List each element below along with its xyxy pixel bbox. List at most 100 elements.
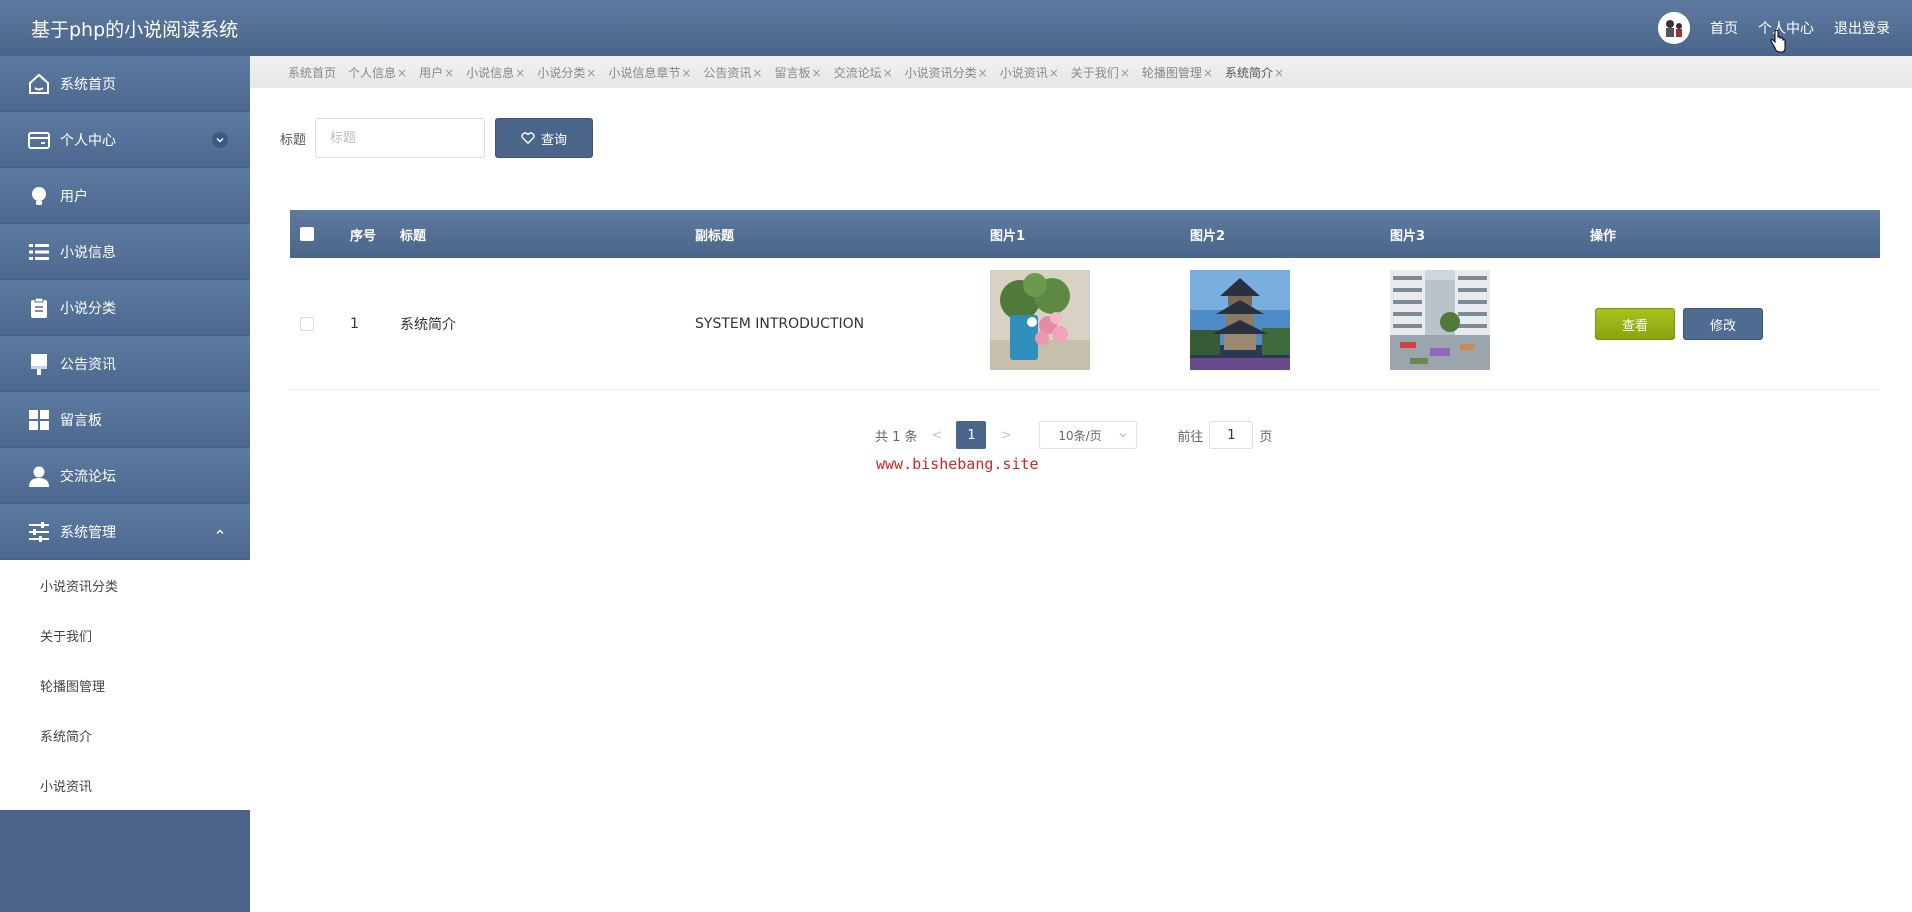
tab-novel-category[interactable]: 小说分类× bbox=[537, 64, 596, 81]
table-row: 1 系统简介 SYSTEM INTRODUCTION 查看 修改 bbox=[290, 258, 1880, 390]
sidebar-item-system-management[interactable]: 系统管理 bbox=[0, 504, 250, 560]
tab-label: 小说信息章节 bbox=[608, 65, 681, 80]
avatar[interactable] bbox=[1658, 12, 1690, 44]
system-management-submenu: 小说资讯分类 关于我们 轮播图管理 系统简介 小说资讯 bbox=[0, 560, 250, 810]
close-icon[interactable]: × bbox=[812, 66, 822, 80]
sidebar-item-label: 小说信息 bbox=[60, 244, 116, 261]
select-all-checkbox[interactable] bbox=[300, 227, 314, 241]
sidebar-item-label: 系统管理 bbox=[60, 524, 116, 541]
tab-novel-chapters[interactable]: 小说信息章节× bbox=[608, 64, 691, 81]
submenu-item-carousel[interactable]: 轮播图管理 bbox=[0, 660, 250, 710]
close-icon[interactable]: × bbox=[515, 66, 525, 80]
tab-carousel[interactable]: 轮播图管理× bbox=[1142, 64, 1213, 81]
sidebar-item-profile[interactable]: 个人中心 bbox=[0, 112, 250, 168]
close-icon[interactable]: × bbox=[681, 66, 691, 80]
close-icon[interactable]: × bbox=[1120, 66, 1130, 80]
user-icon bbox=[26, 463, 52, 489]
sidebar-item-home[interactable]: 系统首页 bbox=[0, 56, 250, 112]
tab-personal-info[interactable]: 个人信息× bbox=[348, 64, 407, 81]
sidebar-item-novel-category[interactable]: 小说分类 bbox=[0, 280, 250, 336]
chevron-down-icon bbox=[1119, 433, 1127, 438]
sidebar-item-label: 用户 bbox=[60, 188, 88, 205]
close-icon[interactable]: × bbox=[1274, 66, 1284, 80]
tab-label: 小说信息 bbox=[466, 65, 515, 80]
tab-about-us[interactable]: 关于我们× bbox=[1071, 64, 1130, 81]
close-icon[interactable]: × bbox=[1203, 66, 1213, 80]
hand-cursor-icon bbox=[1770, 30, 1786, 53]
data-table: 序号 标题 副标题 图片1 图片2 图片3 操作 1 系统简介 SYSTEM I… bbox=[290, 210, 1880, 390]
sidebar-item-label: 留言板 bbox=[60, 412, 102, 429]
tab-label: 个人信息 bbox=[348, 65, 397, 80]
pagination-total: 共 1 条 bbox=[875, 429, 918, 445]
profile-link[interactable]: 个人中心 bbox=[1758, 18, 1814, 38]
tab-label: 小说资讯分类 bbox=[904, 65, 977, 80]
col-image3: 图片3 bbox=[1390, 228, 1426, 244]
sidebar-item-users[interactable]: 用户 bbox=[0, 168, 250, 224]
sidebar-item-message-board[interactable]: 留言板 bbox=[0, 392, 250, 448]
tabs-bar: 系统首页 个人信息× 用户× 小说信息× 小说分类× 小说信息章节× 公告资讯×… bbox=[250, 56, 1912, 88]
sidebar: 系统首页 个人中心 用户 小说信息 小说分类 公告资讯 留言板 交流论坛 系统管… bbox=[0, 56, 250, 912]
goto-label: 前往 bbox=[1177, 429, 1204, 445]
sidebar-item-forum[interactable]: 交流论坛 bbox=[0, 448, 250, 504]
edit-button[interactable]: 修改 bbox=[1683, 308, 1763, 340]
brush-icon bbox=[26, 351, 52, 377]
tab-system-intro[interactable]: 系统简介× bbox=[1225, 64, 1284, 81]
sidebar-item-label: 公告资讯 bbox=[60, 356, 116, 373]
submenu-item-novel-news[interactable]: 小说资讯 bbox=[0, 760, 250, 810]
close-icon[interactable]: × bbox=[586, 66, 596, 80]
tab-label: 系统简介 bbox=[1224, 65, 1273, 80]
pagination: 共 1 条 < 1 > 10条/页 前往 页 bbox=[875, 421, 1272, 449]
tab-novel-news[interactable]: 小说资讯× bbox=[1000, 64, 1059, 81]
top-bar: 基于php的小说阅读系统 首页 个人中心 退出登录 bbox=[0, 0, 1912, 56]
page-size-select[interactable]: 10条/页 bbox=[1039, 421, 1138, 449]
col-actions: 操作 bbox=[1590, 228, 1617, 244]
chevron-up-icon bbox=[212, 524, 228, 540]
page-size-value: 10条/页 bbox=[1058, 428, 1102, 443]
sidebar-item-announcements[interactable]: 公告资讯 bbox=[0, 336, 250, 392]
row-image3[interactable] bbox=[1390, 270, 1490, 374]
wallet-icon bbox=[26, 127, 52, 153]
row-image2[interactable] bbox=[1190, 270, 1290, 374]
tab-users[interactable]: 用户× bbox=[419, 64, 454, 81]
view-button[interactable]: 查看 bbox=[1595, 308, 1675, 340]
tab-novel-news-category[interactable]: 小说资讯分类× bbox=[905, 64, 988, 81]
logout-link[interactable]: 退出登录 bbox=[1834, 18, 1890, 38]
sidebar-item-novel-info[interactable]: 小说信息 bbox=[0, 224, 250, 280]
search-input[interactable] bbox=[315, 118, 486, 158]
page-jump: 前往 页 bbox=[1177, 421, 1272, 449]
campus-building-image bbox=[1390, 270, 1490, 370]
submenu-item-novel-news-category[interactable]: 小说资讯分类 bbox=[0, 560, 250, 610]
submenu-item-about-us[interactable]: 关于我们 bbox=[0, 610, 250, 660]
submenu-item-system-intro[interactable]: 系统简介 bbox=[0, 710, 250, 760]
page-button-current[interactable]: 1 bbox=[956, 421, 987, 449]
close-icon[interactable]: × bbox=[444, 66, 454, 80]
tab-message-board[interactable]: 留言板× bbox=[774, 64, 821, 81]
close-icon[interactable]: × bbox=[1049, 66, 1059, 80]
close-icon[interactable]: × bbox=[752, 66, 762, 80]
sliders-icon bbox=[26, 519, 52, 545]
grid-icon bbox=[26, 407, 52, 433]
tab-novel-info[interactable]: 小说信息× bbox=[466, 64, 525, 81]
tab-label: 小说资讯 bbox=[999, 65, 1048, 80]
next-page-button[interactable]: > bbox=[1000, 428, 1011, 443]
row-checkbox[interactable] bbox=[300, 317, 314, 331]
home-link[interactable]: 首页 bbox=[1710, 18, 1738, 38]
page-jump-input[interactable] bbox=[1209, 421, 1254, 449]
search-row: 标题 查询 bbox=[280, 118, 594, 158]
tab-forum[interactable]: 交流论坛× bbox=[834, 64, 893, 81]
close-icon[interactable]: × bbox=[883, 66, 893, 80]
search-label: 标题 bbox=[280, 132, 307, 148]
close-icon[interactable]: × bbox=[978, 66, 988, 80]
tab-label: 交流论坛 bbox=[833, 65, 882, 80]
tab-label: 公告资讯 bbox=[703, 65, 752, 80]
sidebar-item-label: 交流论坛 bbox=[60, 468, 116, 485]
prev-page-button[interactable]: < bbox=[932, 428, 943, 443]
clipboard-icon bbox=[26, 295, 52, 321]
close-icon[interactable]: × bbox=[397, 66, 407, 80]
app-title: 基于php的小说阅读系统 bbox=[31, 19, 239, 41]
bulb-icon bbox=[26, 183, 52, 209]
tab-announcements[interactable]: 公告资讯× bbox=[703, 64, 762, 81]
search-button[interactable]: 查询 bbox=[495, 118, 594, 158]
row-image1[interactable] bbox=[990, 270, 1090, 374]
tab-system-home[interactable]: 系统首页 bbox=[288, 64, 336, 81]
